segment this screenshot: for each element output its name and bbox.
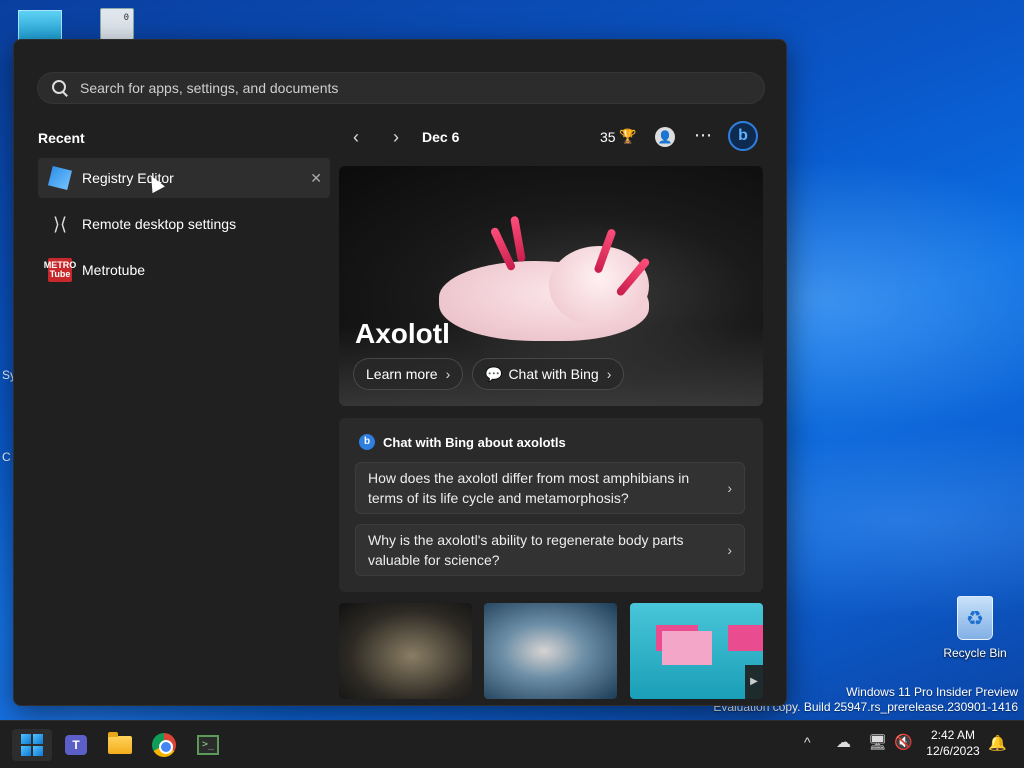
chat-card-title-text: Chat with Bing about axolotls xyxy=(383,434,566,450)
notification-bell-icon[interactable]: 🔔 xyxy=(988,734,1007,752)
start-menu: Recent Registry Editor ✕ ⟩⟨ Remote deskt… xyxy=(13,39,787,706)
windows-logo-icon xyxy=(21,734,43,756)
teams-button[interactable]: T xyxy=(56,729,96,761)
search-icon xyxy=(52,80,68,96)
desktop-calculator-icon[interactable] xyxy=(100,8,134,40)
axolotl-thumbnail[interactable] xyxy=(339,603,472,699)
clock-date: 12/6/2023 xyxy=(926,744,980,758)
search-box[interactable] xyxy=(37,72,765,104)
teams-icon: T xyxy=(65,735,87,755)
feed-date: Dec 6 xyxy=(422,129,460,145)
close-icon[interactable]: ✕ xyxy=(310,170,322,187)
chat-with-bing-label: Chat with Bing xyxy=(508,366,599,382)
bing-icon[interactable]: b xyxy=(728,121,758,151)
profile-icon[interactable]: 👤 xyxy=(655,127,675,147)
clock[interactable]: 2:42 AM 12/6/2023 xyxy=(918,727,988,759)
onedrive-icon[interactable]: ☁ xyxy=(836,733,851,751)
chat-with-bing-button[interactable]: 💬 Chat with Bing › xyxy=(472,358,625,390)
network-icon[interactable]: 🖥 xyxy=(868,733,887,751)
pixel-axolotl-image xyxy=(662,631,712,665)
registry-editor-icon xyxy=(48,166,72,190)
recycle-bin[interactable]: ♻ Recycle Bin xyxy=(942,596,1008,660)
recycle-bin-icon: ♻ xyxy=(957,596,993,640)
chevron-right-icon: › xyxy=(727,542,732,558)
chrome-icon xyxy=(152,733,176,757)
volume-muted-icon[interactable]: 🔇 xyxy=(894,733,913,751)
scroll-right-icon[interactable]: ▶ xyxy=(745,665,763,699)
desktop-folder-icon[interactable] xyxy=(18,10,62,40)
terminal-button[interactable]: >_ xyxy=(188,729,228,761)
chevron-left-icon[interactable]: ‹ xyxy=(346,127,366,147)
search-input[interactable] xyxy=(80,80,720,96)
recent-item-metrotube[interactable]: METRO Tube Metrotube xyxy=(38,250,330,290)
learn-more-button[interactable]: Learn more › xyxy=(353,358,464,390)
chevron-up-icon[interactable]: ^ xyxy=(804,734,811,750)
recent-item-label: Remote desktop settings xyxy=(82,216,237,232)
metrotube-icon: METRO Tube xyxy=(44,258,76,282)
more-options-icon[interactable]: ⋯ xyxy=(694,125,713,146)
metrotube-icon-bottom: Tube xyxy=(49,269,71,279)
hero-title: Axolotl xyxy=(355,318,450,349)
file-explorer-button[interactable] xyxy=(100,729,140,761)
bing-chat-card: b Chat with Bing about axolotls How does… xyxy=(339,418,763,592)
minecraft-axolotl-thumbnail[interactable] xyxy=(630,603,763,699)
recent-item-remote-desktop[interactable]: ⟩⟨ Remote desktop settings xyxy=(38,204,330,244)
suggested-question[interactable]: How does the axolotl differ from most am… xyxy=(355,462,745,514)
chevron-right-icon: › xyxy=(606,366,612,382)
folder-icon xyxy=(108,732,132,754)
learn-more-label: Learn more xyxy=(366,366,438,382)
bing-icon: b xyxy=(359,434,375,450)
axolotl-gill xyxy=(510,215,526,263)
start-button[interactable] xyxy=(12,729,52,761)
chevron-right-icon: › xyxy=(727,480,732,496)
question-text: Why is the axolotl's ability to regenera… xyxy=(368,532,684,568)
question-text: How does the axolotl differ from most am… xyxy=(368,470,690,506)
remote-desktop-icon: ⟩⟨ xyxy=(52,213,68,234)
recycle-bin-label: Recycle Bin xyxy=(943,646,1007,660)
chat-bubble-icon: 💬 xyxy=(485,365,503,382)
recent-heading: Recent xyxy=(38,130,85,146)
chrome-button[interactable] xyxy=(144,729,184,761)
chevron-right-icon[interactable]: › xyxy=(386,127,406,147)
trophy-icon[interactable]: 🏆 xyxy=(619,128,636,145)
clock-time: 2:42 AM xyxy=(930,728,976,742)
axolotl-hero-card[interactable]: Axolotl Learn more › 💬 Chat with Bing › xyxy=(339,166,763,406)
suggested-question[interactable]: Why is the axolotl's ability to regenera… xyxy=(355,524,745,576)
desktop-edge-label: C xyxy=(2,450,11,464)
terminal-icon: >_ xyxy=(197,735,219,755)
chat-card-title: b Chat with Bing about axolotls xyxy=(359,434,566,450)
axolotl-thumbnail[interactable] xyxy=(484,603,617,699)
recent-item-registry-editor[interactable]: Registry Editor ✕ xyxy=(38,158,330,198)
rewards-points[interactable]: 35 xyxy=(600,129,616,145)
recent-item-label: Metrotube xyxy=(82,262,146,278)
chevron-right-icon: › xyxy=(445,366,451,382)
